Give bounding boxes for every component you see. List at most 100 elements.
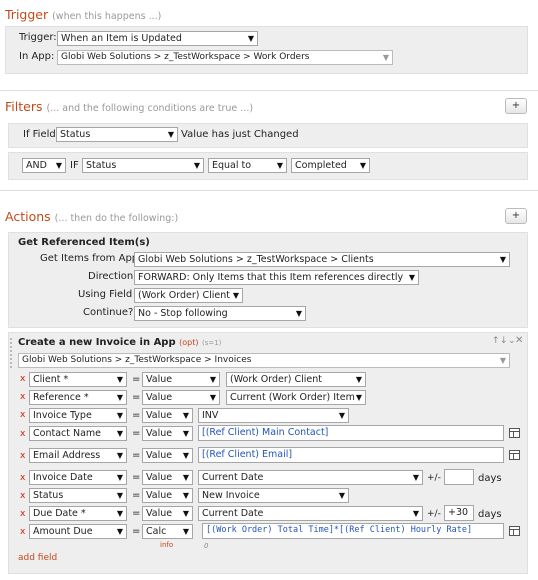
field-mode-select[interactable]: Value ▼ [142,488,193,503]
formula-cursor: 0 [204,542,209,550]
filter2-value-select[interactable]: Completed ▼ [291,158,370,173]
actions-title: Actions (... then do the following:) [5,209,179,224]
field-name: Contact Name [33,428,102,439]
filter-conjunction-select[interactable]: AND ▼ [22,158,66,173]
trigger-label: Trigger: [19,32,57,43]
remove-field-button[interactable]: x [20,527,25,537]
field-value-input[interactable]: [(Ref Client) Main Contact] [198,425,504,441]
remove-field-button[interactable]: x [20,429,25,439]
remove-field-button[interactable]: x [20,451,25,461]
direction-select[interactable]: FORWARD: Only Items that this Item refer… [134,270,419,285]
drag-handle[interactable] [10,338,16,368]
remove-field-button[interactable]: x [20,392,25,402]
direction-label: Direction [88,271,134,282]
chevron-down-icon: ▼ [116,393,123,402]
continue-label: Continue? [83,307,134,318]
field-mode-select[interactable]: Value ▼ [142,470,193,485]
date-offset-input[interactable] [444,469,474,485]
field-name-select[interactable]: Client * ▼ [29,372,127,387]
chevron-down-icon: ▼ [182,429,189,438]
field-value-select[interactable]: Current Date ▼ [198,506,423,521]
filter2-field-select[interactable]: Status ▼ [82,158,204,173]
field-name-select[interactable]: Email Address ▼ [29,448,127,463]
table-icon[interactable] [509,526,520,536]
create-invoice-title: Create a new Invoice in App (opt) (s=1) [18,337,222,348]
chevron-down-icon: ▼ [359,161,366,170]
plus-minus-label: +/- [427,509,441,519]
calc-formula-input[interactable]: [(Work Order) Total Time]*[(Ref Client) … [202,523,504,539]
move-up-icon[interactable]: ↑ [492,336,500,346]
chevron-down-icon: ▼ [116,411,123,420]
create-app-select[interactable]: Globi Web Solutions > z_TestWorkspace > … [18,353,510,368]
field-value-select[interactable]: INV ▼ [198,408,349,423]
field-mode-select[interactable]: Value ▼ [142,408,193,423]
chevron-down-icon: ▼ [167,130,174,139]
remove-field-button[interactable]: x [20,410,25,420]
field-mode: Value [146,450,173,461]
field-name: Invoice Type [33,410,92,421]
chevron-down-icon: ▼ [193,161,200,170]
chevron-down-icon: ▼ [412,509,419,518]
field-mode-select[interactable]: Value ▼ [142,390,220,405]
field-name-select[interactable]: Contact Name ▼ [29,426,127,441]
remove-field-button[interactable]: x [20,491,25,501]
field-mode-select[interactable]: Value ▼ [142,426,193,441]
date-offset-input[interactable]: +30 [444,505,474,521]
move-down-icon[interactable]: ↓ [500,336,508,346]
field-name-select[interactable]: Invoice Type ▼ [29,408,127,423]
using-field-select[interactable]: (Work Order) Client ▼ [134,288,243,303]
trigger-select[interactable]: When an Item is Updated ▼ [57,31,258,46]
filter2-field-value: Status [86,160,117,171]
field-value-input[interactable]: [(Ref Client) Email] [198,447,504,463]
remove-field-button[interactable]: x [20,374,25,384]
if-label: IF [70,160,79,171]
field-name-select[interactable]: Amount Due ▼ [29,524,127,539]
chevron-down-icon: ▼ [182,491,189,500]
field-mode: Value [146,428,173,439]
filter-field-value: Status [60,129,91,140]
trigger-title: Trigger (when this happens ...) [5,7,162,22]
field-name-select[interactable]: Invoice Date ▼ [29,470,127,485]
field-mode: Value [146,392,173,403]
chevron-down-icon: ▼ [182,473,189,482]
remove-field-button[interactable]: x [20,509,25,519]
field-value-select[interactable]: (Work Order) Client ▼ [226,372,366,387]
table-icon[interactable] [509,450,520,460]
remove-field-button[interactable]: x [20,473,25,483]
equals-sign: = [132,526,141,537]
field-value-select[interactable]: New Invoice ▼ [198,488,349,503]
info-link[interactable]: info [160,541,173,549]
field-name-select[interactable]: Reference * ▼ [29,390,127,405]
get-items-select[interactable]: Globi Web Solutions > z_TestWorkspace > … [134,252,510,267]
chevron-down-icon: ▼ [338,491,345,500]
chevron-down-icon: ▼ [408,273,415,282]
field-mode-select[interactable]: Value ▼ [142,372,220,387]
add-filter-button[interactable]: + [505,98,527,114]
in-app-select[interactable]: Globi Web Solutions > z_TestWorkspace > … [57,50,393,65]
field-mode-select[interactable]: Value ▼ [142,448,193,463]
filter-field-select[interactable]: Status ▼ [56,127,178,142]
field-value: Current Date [202,472,264,483]
continue-select[interactable]: No - Stop following ▼ [134,306,306,321]
field-value-select[interactable]: Current (Work Order) Item ▼ [226,390,366,405]
add-field-link[interactable]: add field [18,553,57,563]
field-name-select[interactable]: Status ▼ [29,488,127,503]
actions-note: (... then do the following:) [54,213,179,224]
field-name-select[interactable]: Due Date * ▼ [29,506,127,521]
field-mode: Value [146,490,173,501]
close-icon[interactable]: ✕ [515,335,523,346]
using-field-label: Using Field [78,289,133,300]
field-name: Due Date * [33,508,86,519]
add-action-button[interactable]: + [505,208,527,224]
field-value: New Invoice [202,490,260,501]
field-name: Status [33,490,64,501]
divider [0,190,538,191]
chevron-down-icon: ▼ [116,473,123,482]
field-mode-select[interactable]: Calc ▼ [142,524,193,539]
field-mode-select[interactable]: Value ▼ [142,506,193,521]
equals-sign: = [132,428,141,439]
field-name: Client * [33,374,69,385]
filter2-operator-select[interactable]: Equal to ▼ [208,158,287,173]
field-value-select[interactable]: Current Date ▼ [198,470,423,485]
table-icon[interactable] [509,428,520,438]
